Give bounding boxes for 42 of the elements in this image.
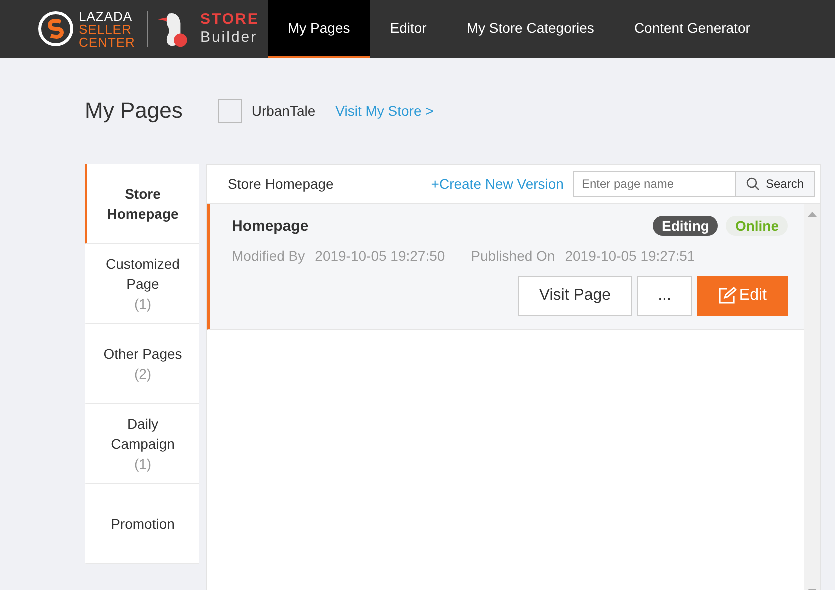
sidebar-label: Daily Campaign — [110, 414, 176, 454]
search-field[interactable]: Enter page name — [572, 171, 736, 197]
search-icon — [746, 177, 760, 191]
logo-text: SELLER — [79, 22, 133, 36]
nav-tab[interactable]: My Pages — [268, 0, 370, 58]
sidebar-count: (1) — [134, 294, 152, 314]
edit-icon — [718, 287, 738, 305]
sidebar-item[interactable]: Daily Campaign (1) — [85, 404, 199, 484]
store-avatar — [218, 99, 242, 123]
logo-text: Builder — [200, 29, 259, 47]
sidebar-count: (1) — [134, 454, 152, 474]
sidebar-label: Customized Page — [105, 254, 181, 294]
sidebar-item[interactable]: Customized Page (1) — [85, 244, 199, 324]
search-button[interactable]: Search — [736, 171, 815, 197]
seller-center-logo-icon — [38, 11, 74, 47]
scrollbar[interactable] — [804, 204, 820, 590]
status-badge: Online — [726, 216, 788, 236]
meta-label: Published On — [471, 248, 556, 264]
logo-text: STORE — [200, 11, 260, 29]
meta-label: Modified By — [232, 248, 306, 264]
nav-tab[interactable]: My Store Categories — [446, 0, 614, 58]
store-name: UrbanTale — [252, 103, 316, 119]
sidebar-item[interactable]: Store Homepage — [85, 164, 199, 244]
sidebar-label: Promotion — [111, 514, 175, 534]
sidebar-count: (2) — [134, 364, 152, 384]
sidebar-item[interactable]: Promotion — [85, 484, 199, 564]
logo-text: CENTER — [79, 36, 136, 48]
page-title: My Pages — [85, 98, 183, 124]
meta-value: 2019-10-05 19:27:51 — [565, 248, 696, 264]
page-title: Homepage — [232, 218, 310, 234]
section-title: Store Homepage — [228, 176, 335, 192]
visit-page-button[interactable]: Visit Page — [518, 276, 632, 316]
sidebar-label: Other Pages — [104, 344, 182, 364]
sidebar-label: Store Homepage — [106, 184, 180, 224]
scroll-up-icon[interactable] — [808, 212, 816, 217]
sidebar-item[interactable]: Other Pages (2) — [85, 324, 199, 404]
more-button[interactable]: ... — [637, 276, 692, 316]
meta-value: 2019-10-05 19:27:50 — [315, 248, 446, 264]
nav-tab[interactable]: Editor — [370, 0, 447, 58]
nav-tab[interactable]: Content Generator — [614, 0, 770, 58]
logo-text: LAZADA — [79, 10, 134, 22]
status-badge: Editing — [653, 216, 718, 236]
